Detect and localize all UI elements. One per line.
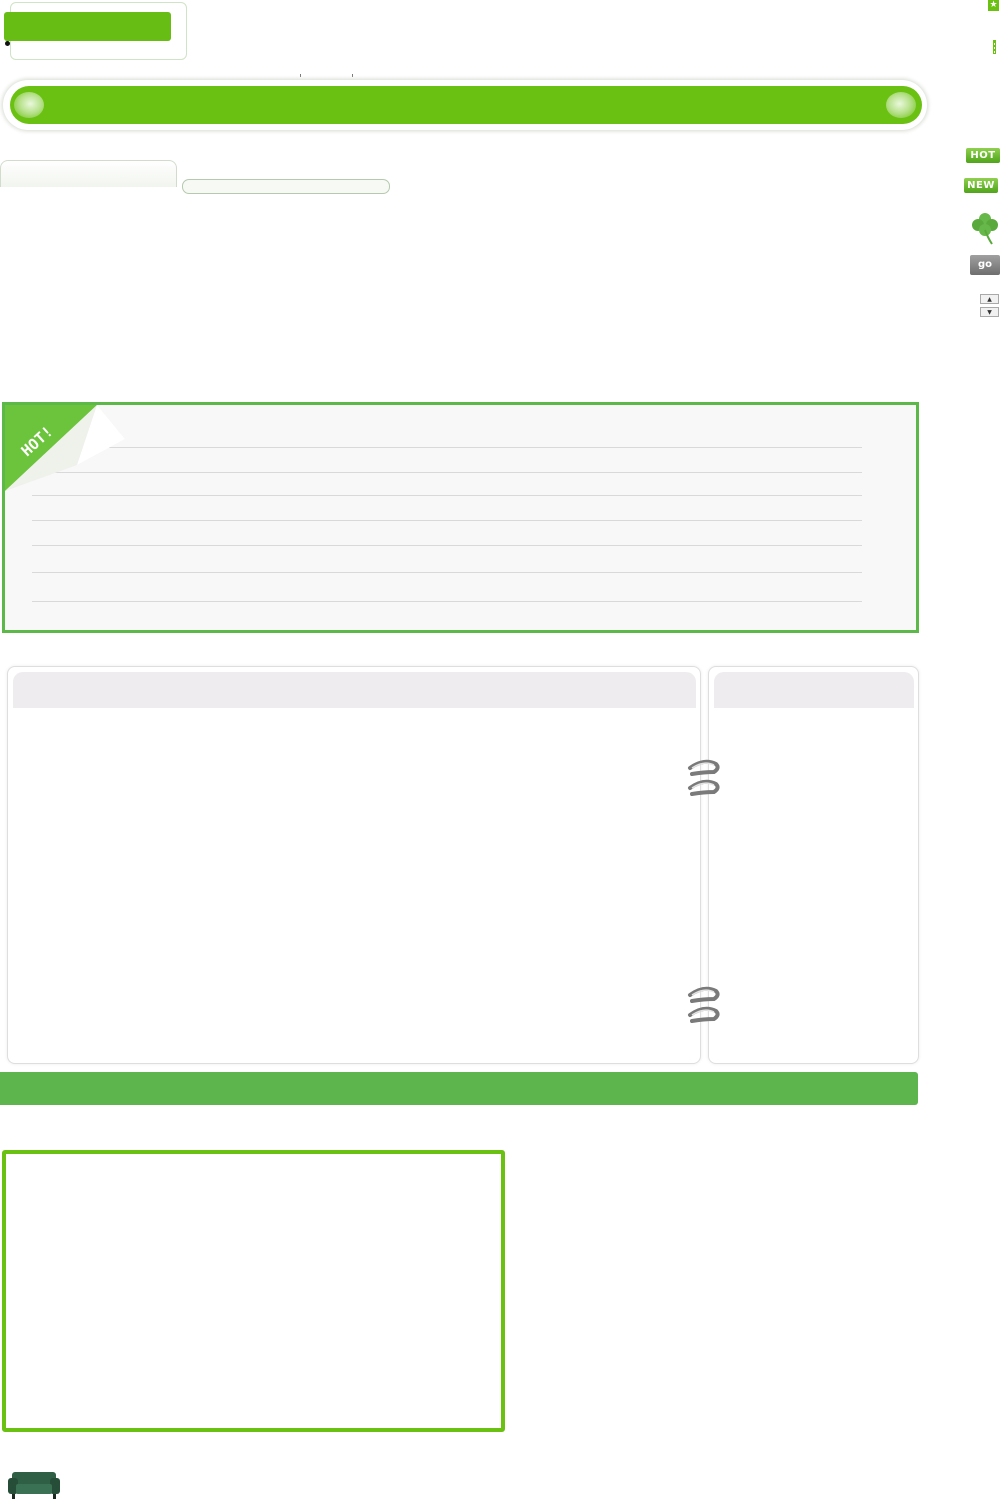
- nav-left-cap-icon: [14, 92, 44, 118]
- go-button[interactable]: go: [970, 255, 1000, 275]
- notebook-main-header: [13, 672, 696, 708]
- hot-ribbon: HOT!: [5, 405, 125, 491]
- list-row-divider: [32, 601, 862, 602]
- four-leaf-clover-icon: [972, 213, 998, 245]
- bottom-content-box: [2, 1150, 505, 1432]
- notebook-side-panel: [708, 666, 919, 1064]
- list-row-divider: [32, 495, 862, 496]
- list-row-divider: [32, 472, 862, 473]
- logo-bar[interactable]: [4, 12, 171, 41]
- tab-active[interactable]: [0, 160, 177, 187]
- footer-bar: [0, 1072, 918, 1105]
- dotted-bar-icon: [993, 40, 996, 54]
- hot-list-panel: [2, 402, 919, 633]
- list-row-divider: [32, 520, 862, 521]
- notebook-side-header: [714, 672, 914, 708]
- notebook-main-panel: [7, 666, 701, 1064]
- list-row-divider: [32, 545, 862, 546]
- sofa-icon[interactable]: [6, 1468, 62, 1500]
- bullet-dot: [5, 41, 10, 46]
- divider-tick: [300, 74, 301, 77]
- new-badge: NEW: [964, 178, 998, 193]
- triangle-up-icon[interactable]: ▲: [980, 294, 999, 304]
- nav-right-cap-icon: [886, 92, 916, 118]
- divider-tick: [352, 74, 353, 77]
- notebook-ring-icon: [688, 986, 720, 1023]
- notebook-ring-icon: [688, 759, 720, 796]
- list-row-divider: [32, 572, 862, 573]
- list-row-divider: [32, 447, 862, 448]
- star-icon[interactable]: ★: [988, 0, 999, 11]
- triangle-down-icon[interactable]: ▼: [980, 307, 999, 317]
- tab-pill[interactable]: [182, 179, 390, 194]
- hot-badge: HOT: [966, 148, 1000, 163]
- main-nav-bar[interactable]: [10, 86, 922, 124]
